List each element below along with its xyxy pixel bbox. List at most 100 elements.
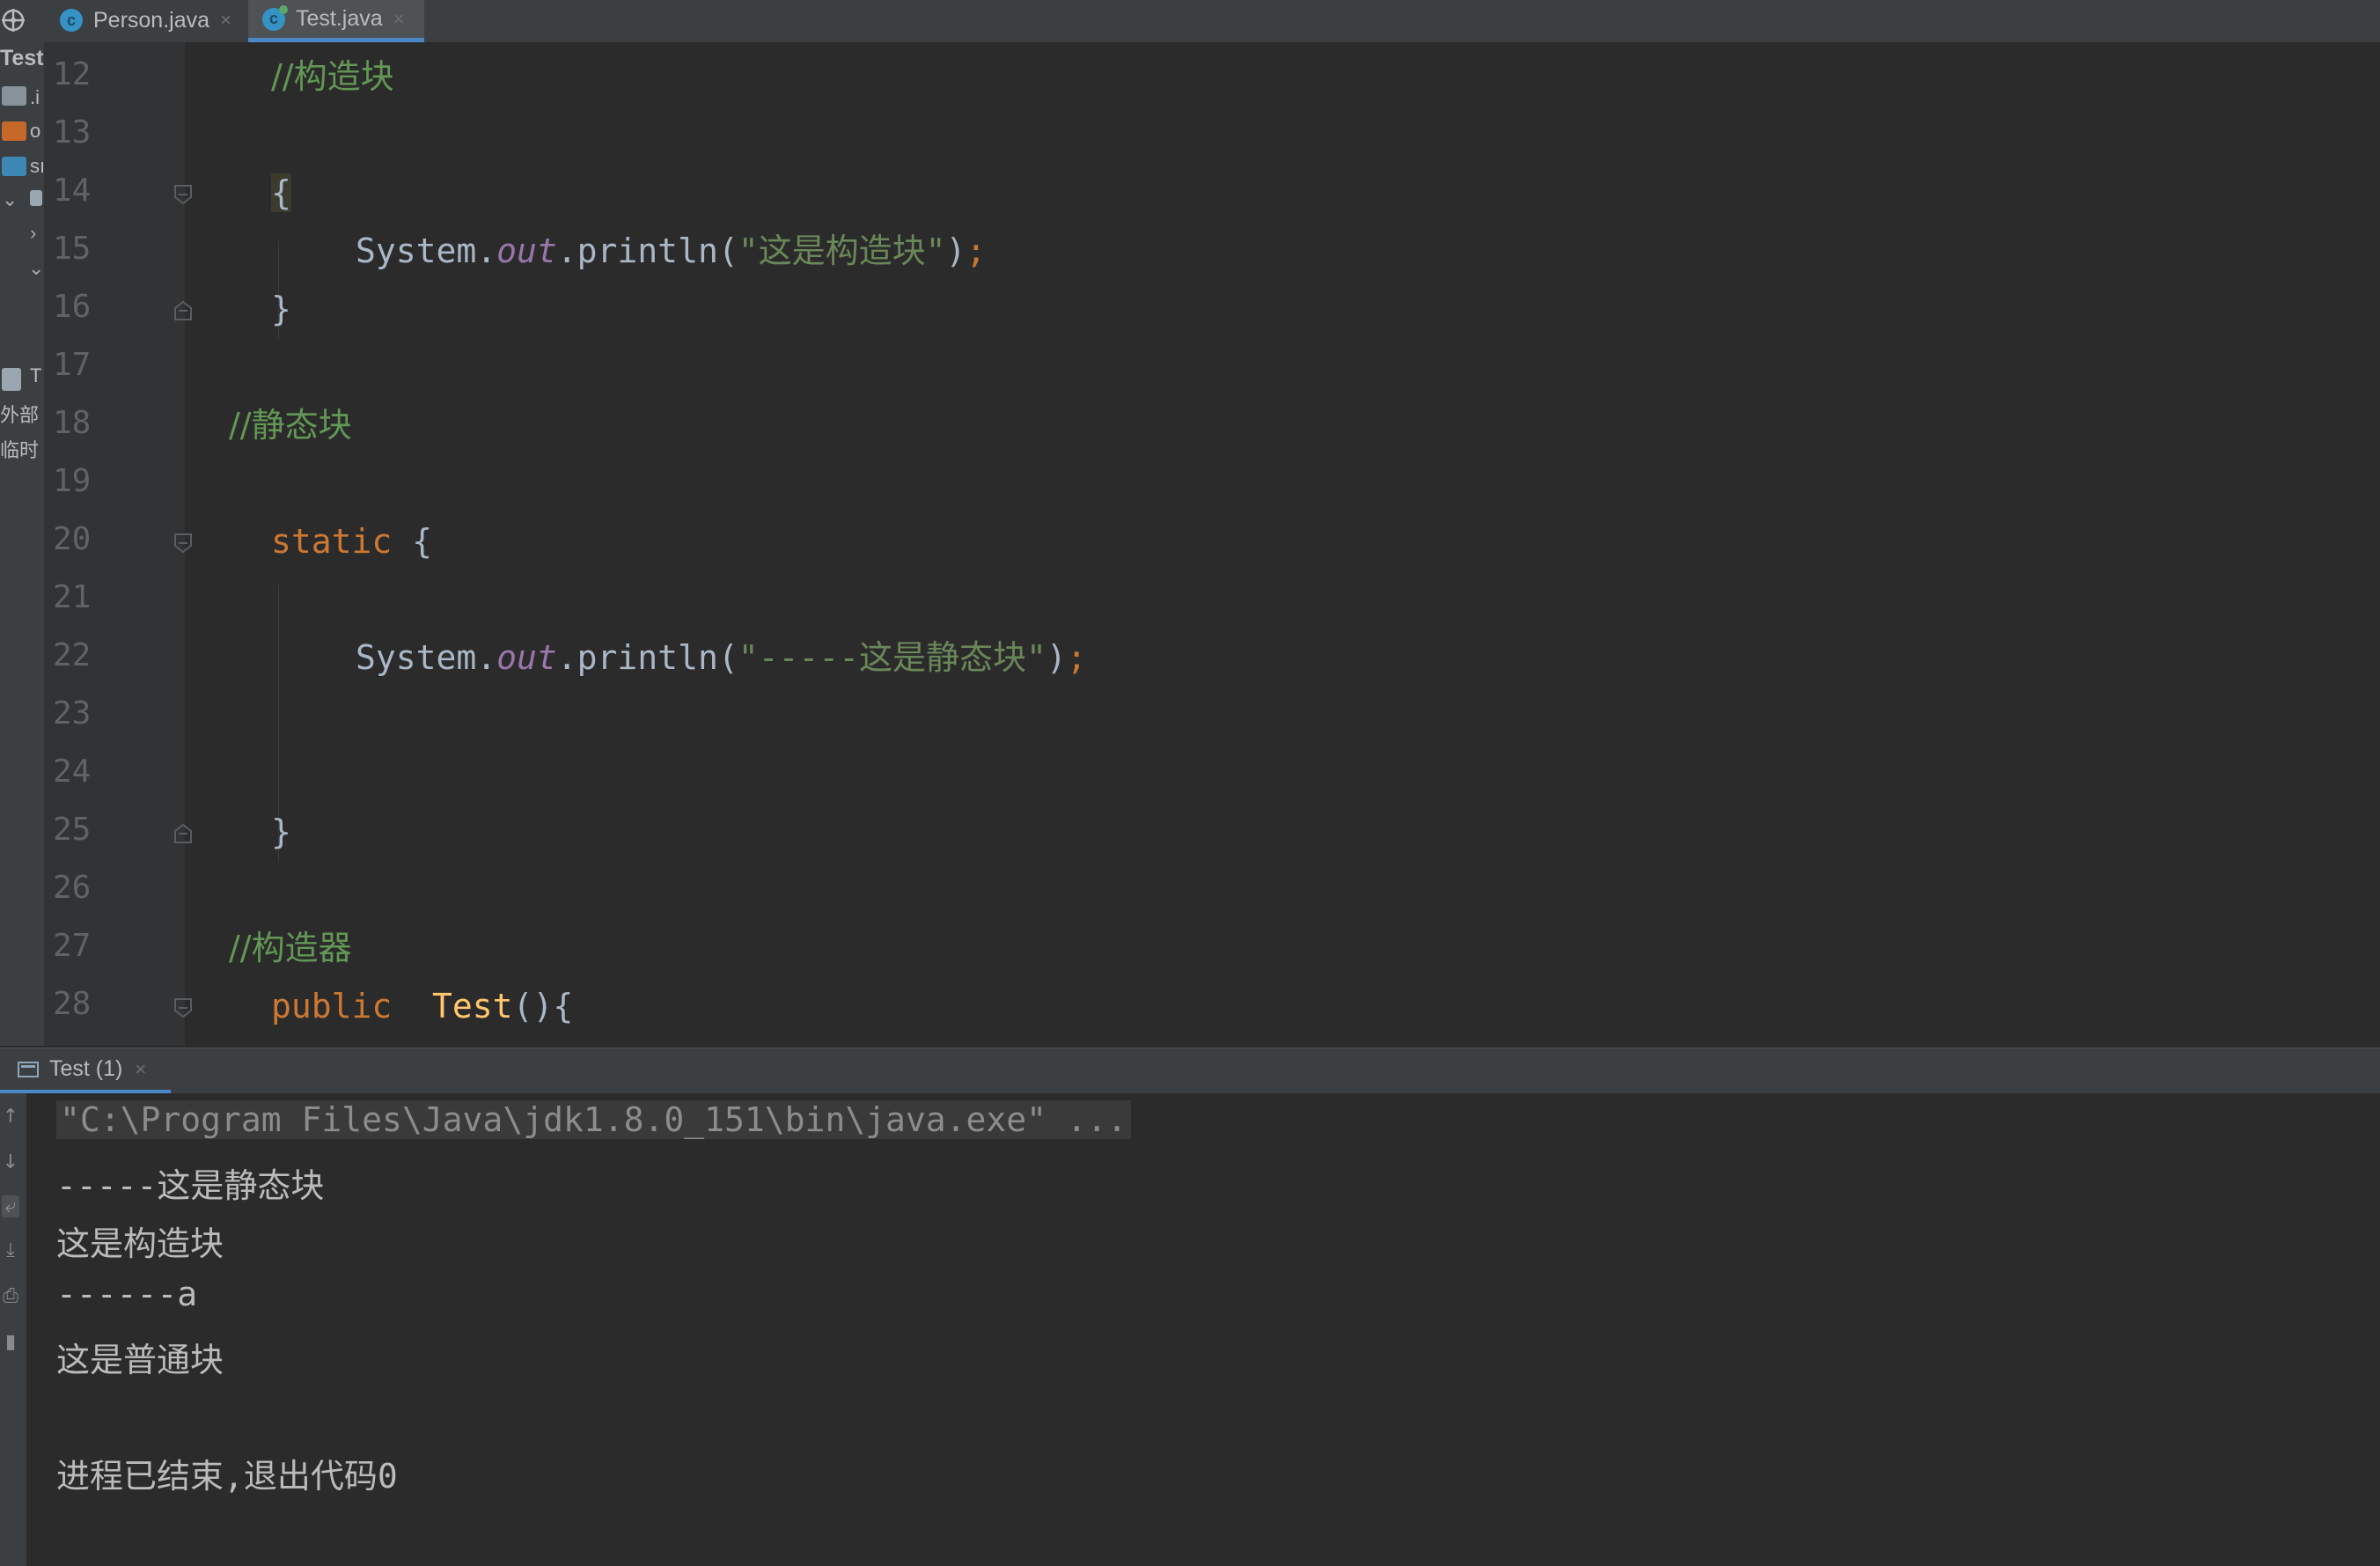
console-output[interactable]: "C:\Program Files\Java\jdk1.8.0_151\bin\… <box>26 1093 2380 1566</box>
code-token: public <box>271 987 393 1026</box>
console-line: 这是普通块 <box>56 1341 224 1379</box>
code-editor[interactable] <box>185 42 2380 1046</box>
fold-marker-icon[interactable] <box>173 183 194 206</box>
console-command[interactable]: "C:\Program Files\Java\jdk1.8.0_151\bin\… <box>56 1100 1131 1139</box>
code-line: System.out.println("这是构造块"); <box>356 229 986 273</box>
close-icon[interactable]: × <box>393 8 405 31</box>
project-item[interactable]: T <box>30 364 41 387</box>
trash-icon[interactable]: ▮ <box>2 1331 19 1353</box>
code-token: out <box>496 638 557 677</box>
run-toolbar: ↑ ↓ ⤶ ⤓ ⎙ ▮ <box>0 1093 26 1566</box>
close-icon[interactable]: × <box>135 1058 146 1081</box>
project-item[interactable]: 临时 <box>0 435 39 463</box>
console-icon <box>18 1061 39 1077</box>
line-number: 17 <box>53 347 92 383</box>
java-class-icon: c <box>60 9 83 32</box>
code-token: { <box>392 522 433 561</box>
tab-label: Person.java <box>93 7 210 33</box>
line-number: 16 <box>53 289 92 325</box>
project-tool-window: Test .i o sı ⌄ › ⌄ T 外部 临时 <box>0 42 44 1046</box>
code-token: Test <box>432 987 513 1026</box>
chevron-right-icon[interactable]: › <box>30 222 36 245</box>
soft-wrap-icon[interactable]: ⤶ <box>2 1195 19 1217</box>
code-token: ) <box>1046 638 1067 677</box>
line-number: 14 <box>53 173 92 209</box>
fold-marker-icon[interactable] <box>173 822 194 845</box>
code-line: //构造器 <box>229 926 352 970</box>
folder-icon <box>2 86 26 106</box>
code-token: ; <box>966 232 987 270</box>
editor-tab-bar: c Person.java × c Test.java × <box>0 0 2380 43</box>
project-title: Test <box>0 46 44 70</box>
fold-marker-icon[interactable] <box>173 532 194 555</box>
code-line: System.out.println("-----这是静态块"); <box>356 636 1087 680</box>
code-line: public Test(){ <box>271 984 573 1028</box>
line-number: 21 <box>53 579 92 615</box>
down-arrow-icon[interactable]: ↓ <box>2 1151 19 1173</box>
code-token: .println( <box>556 232 738 270</box>
code-token: { <box>271 173 291 212</box>
code-token: out <box>496 232 557 270</box>
line-number: 20 <box>53 521 92 557</box>
code-line: //静态块 <box>229 403 352 447</box>
print-icon[interactable]: ⎙ <box>2 1285 19 1307</box>
line-number: 24 <box>53 754 92 790</box>
code-token: //构造器 <box>229 929 352 967</box>
folder-icon <box>2 121 26 141</box>
line-number: 18 <box>53 405 92 441</box>
code-token: (){ <box>512 987 574 1026</box>
code-line: } <box>271 287 291 331</box>
run-tab-label: Test (1) <box>49 1056 123 1081</box>
code-token: "这是构造块" <box>738 232 946 270</box>
close-icon[interactable]: × <box>220 9 231 32</box>
tab-test-java[interactable]: c Test.java × <box>248 0 424 42</box>
code-token: System. <box>356 638 497 677</box>
tab-label: Test.java <box>296 6 383 31</box>
code-token: //静态块 <box>229 406 352 445</box>
code-line: } <box>271 810 291 854</box>
line-number: 28 <box>53 986 92 1022</box>
console-line: -----这是静态块 <box>56 1166 325 1205</box>
line-number: 13 <box>53 114 92 151</box>
run-tab-test[interactable]: Test (1) × <box>0 1048 171 1094</box>
project-item[interactable]: sı <box>30 155 44 178</box>
console-line: ------a <box>56 1275 198 1313</box>
scroll-end-icon[interactable]: ⤓ <box>2 1239 19 1261</box>
up-arrow-icon[interactable]: ↑ <box>2 1106 19 1128</box>
line-number: 12 <box>53 56 92 92</box>
console-line: 进程已结束,退出代码0 <box>56 1457 398 1496</box>
project-item[interactable]: .i <box>30 86 40 109</box>
code-line: static { <box>271 519 432 563</box>
fold-marker-icon[interactable] <box>173 996 194 1019</box>
code-token: "-----这是静态块" <box>738 638 1047 677</box>
code-line: //构造块 <box>271 55 394 99</box>
line-number: 23 <box>53 695 92 732</box>
code-token: static <box>271 522 393 561</box>
code-token: .println( <box>556 638 738 677</box>
code-token: System. <box>356 232 497 270</box>
line-number: 26 <box>53 870 92 906</box>
tab-person-java[interactable]: c Person.java × <box>60 0 231 40</box>
code-token: ) <box>945 232 966 270</box>
code-token: } <box>271 290 291 328</box>
line-number: 19 <box>53 463 92 499</box>
library-icon <box>2 368 21 391</box>
console-line: 这是构造块 <box>56 1224 224 1263</box>
java-runnable-class-icon: c <box>262 4 288 31</box>
run-tool-window-header: Test (1) × <box>0 1048 2380 1094</box>
chevron-down-icon[interactable]: ⌄ <box>28 257 44 280</box>
code-token: //构造块 <box>271 57 394 96</box>
line-number: 27 <box>53 928 92 964</box>
target-icon[interactable] <box>0 7 26 33</box>
line-number: 22 <box>53 637 92 673</box>
fold-marker-icon[interactable] <box>173 299 194 322</box>
line-number: 15 <box>53 231 92 267</box>
console-line: "C:\Program Files\Java\jdk1.8.0_151\bin\… <box>56 1100 1131 1139</box>
chevron-down-icon[interactable]: ⌄ <box>2 188 18 211</box>
project-item[interactable]: 外部 <box>0 400 39 428</box>
line-number: 25 <box>53 812 92 848</box>
project-item[interactable]: o <box>30 120 40 143</box>
code-token: ; <box>1066 638 1087 677</box>
folder-icon <box>2 157 26 176</box>
